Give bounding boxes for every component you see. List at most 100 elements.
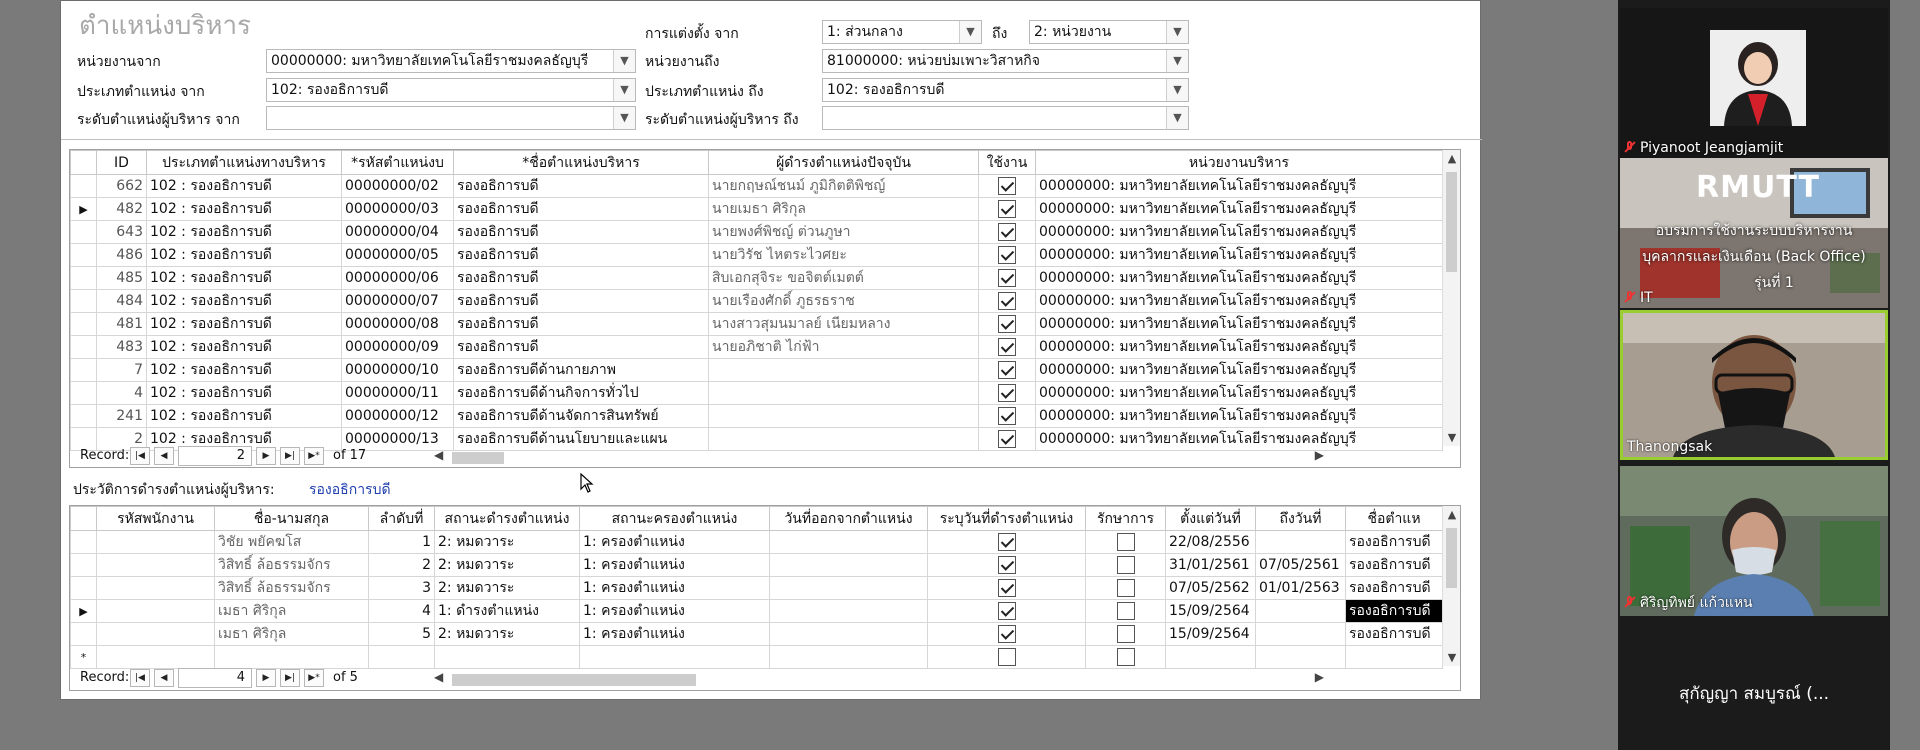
position-row[interactable]: 483 102 : รองอธิการบดี 00000000/09 รองอธิกา…: [70, 335, 1443, 359]
level-from-combo[interactable]: ▼: [266, 106, 636, 130]
acting-checkbox[interactable]: [1116, 602, 1135, 620]
org-to-combo[interactable]: 81000000: หน่วยบ่มเพาะวิสาหกิจ ▼: [822, 49, 1189, 73]
row-selector[interactable]: [70, 381, 97, 405]
cell-full-name[interactable]: เมธา ศิริกุล: [214, 599, 369, 623]
cell-active[interactable]: [978, 312, 1036, 336]
new-record-row[interactable]: *: [70, 645, 1443, 669]
cell-org[interactable]: 00000000: มหาวิทยาลัยเทคโนโลยีราชมงคลธัญ…: [1035, 174, 1443, 198]
cell-position-type[interactable]: 102 : รองอธิการบดี: [146, 220, 342, 244]
cell-sequence[interactable]: 1: [368, 530, 435, 554]
empty-checkbox[interactable]: [997, 648, 1016, 666]
active-checkbox[interactable]: [998, 338, 1016, 356]
col-header[interactable]: ชื่อ-นามสกุล: [214, 506, 369, 531]
cell-leave-date[interactable]: [769, 622, 928, 646]
history-horizontal-scrollbar[interactable]: ◀ ▶: [434, 670, 1324, 688]
row-selector[interactable]: [70, 312, 97, 336]
col-header[interactable]: ระบุวันที่ดำรงตำแหน่ง: [927, 506, 1086, 531]
cell-org[interactable]: 00000000: มหาวิทยาลัยเทคโนโลยีราชมงคลธัญ…: [1035, 243, 1443, 267]
cell-position-type[interactable]: 102 : รองอธิการบดี: [146, 381, 342, 405]
col-header[interactable]: สถานะดำรงตำแหน่ง: [434, 506, 580, 531]
chevron-down-icon[interactable]: ▼: [613, 79, 635, 101]
positions-vertical-scrollbar[interactable]: ▲ ▼: [1442, 150, 1460, 446]
cell-from-date[interactable]: 31/01/2561: [1165, 553, 1256, 577]
prev-record-icon[interactable]: ◀: [154, 669, 174, 687]
cell-active[interactable]: [978, 404, 1036, 428]
cell-full-name[interactable]: วิชัย พยัคฆโส: [214, 530, 369, 554]
cell-hold-status[interactable]: 1: ครองตำแหน่ง: [579, 576, 770, 600]
cell-position-type[interactable]: 102 : รองอธิการบดี: [146, 266, 342, 290]
cell-sequence[interactable]: 4: [368, 599, 435, 623]
cell-active[interactable]: [978, 174, 1036, 198]
cell-tenure-status[interactable]: 2: หมดวาระ: [434, 553, 580, 577]
cell-id[interactable]: 662: [96, 174, 147, 198]
cell-position-type[interactable]: 102 : รองอธิการบดี: [146, 174, 342, 198]
cell-position-code[interactable]: 00000000/07: [341, 289, 454, 313]
cell-specify-date[interactable]: [927, 553, 1086, 577]
empty-cell[interactable]: [368, 645, 435, 669]
position-row[interactable]: 643 102 : รองอธิการบดี 00000000/04 รองอธิกา…: [70, 220, 1443, 244]
select-all-corner[interactable]: [70, 150, 97, 175]
cell-position-name[interactable]: รองอธิการบดี: [453, 335, 709, 359]
last-record-icon[interactable]: ▶|: [280, 669, 300, 687]
active-checkbox[interactable]: [998, 269, 1016, 287]
cell-position-name[interactable]: รองอธิการบดีด้านกิจการทั่วไป: [453, 381, 709, 405]
cell-position-code[interactable]: 00000000/11: [341, 381, 454, 405]
cell-position-name[interactable]: รองอธิการบดี: [453, 289, 709, 313]
cell-sequence[interactable]: 3: [368, 576, 435, 600]
cell-id[interactable]: 486: [96, 243, 147, 267]
cell-position-name[interactable]: รองอธิการบดี: [453, 220, 709, 244]
empty-cell[interactable]: [1165, 645, 1256, 669]
cell-to-date[interactable]: [1255, 530, 1346, 554]
chevron-down-icon[interactable]: ▼: [1166, 107, 1188, 129]
position-row[interactable]: 241 102 : รองอธิการบดี 00000000/12 รองอธิกา…: [70, 404, 1443, 428]
cell-position-code[interactable]: 00000000/05: [341, 243, 454, 267]
chevron-down-icon[interactable]: ▼: [613, 107, 635, 129]
acting-checkbox[interactable]: [1116, 625, 1135, 643]
row-selector[interactable]: [70, 266, 97, 290]
cell-current-holder[interactable]: สิบเอกสุจิระ ขอจิตต์เมตต์: [708, 266, 979, 290]
scroll-left-icon[interactable]: ◀: [434, 670, 443, 684]
active-checkbox[interactable]: [998, 223, 1016, 241]
cell-position-code[interactable]: 00000000/10: [341, 358, 454, 382]
cell-hold-status[interactable]: 1: ครองตำแหน่ง: [579, 599, 770, 623]
first-record-icon[interactable]: |◀: [130, 447, 150, 465]
position-row[interactable]: 484 102 : รองอธิการบดี 00000000/07 รองอธิกา…: [70, 289, 1443, 313]
cell-id[interactable]: 482: [96, 197, 147, 221]
cell-hold-status[interactable]: 1: ครองตำแหน่ง: [579, 553, 770, 577]
cell-position-type[interactable]: 102 : รองอธิการบดี: [146, 243, 342, 267]
cell-position-name[interactable]: รองอธิการบดี: [1345, 576, 1443, 600]
cell-active[interactable]: [978, 266, 1036, 290]
col-header[interactable]: รักษาการ: [1085, 506, 1166, 531]
cell-active[interactable]: [978, 358, 1036, 382]
acting-checkbox[interactable]: [1116, 556, 1135, 574]
cell-employee-id[interactable]: [96, 599, 215, 623]
positions-datasheet[interactable]: ID ประเภทตำแหน่งทางบริหาร *รหัสตำแหน่งบ …: [69, 149, 1461, 468]
cell-active[interactable]: [978, 289, 1036, 313]
participant-tile[interactable]: ศิริญทิพย์ แก้วแหน: [1620, 466, 1888, 616]
current-record-input[interactable]: 2: [178, 446, 252, 466]
cell-position-type[interactable]: 102 : รองอธิการบดี: [146, 197, 342, 221]
empty-cell[interactable]: [214, 645, 369, 669]
position-row[interactable]: ▶ 482 102 : รองอธิการบดี 00000000/03 รองอธิก…: [70, 197, 1443, 221]
cell-position-type[interactable]: 102 : รองอธิการบดี: [146, 335, 342, 359]
empty-cell[interactable]: [1085, 645, 1166, 669]
cell-org[interactable]: 00000000: มหาวิทยาลัยเทคโนโลยีราชมงคลธัญ…: [1035, 312, 1443, 336]
cell-position-name[interactable]: รองอธิการบดี: [453, 243, 709, 267]
cell-position-name[interactable]: รองอธิการบดี: [1345, 530, 1443, 554]
cell-org[interactable]: 00000000: มหาวิทยาลัยเทคโนโลยีราชมงคลธัญ…: [1035, 335, 1443, 359]
empty-cell[interactable]: [579, 645, 770, 669]
active-checkbox[interactable]: [998, 361, 1016, 379]
cell-acting[interactable]: [1085, 622, 1166, 646]
chevron-down-icon[interactable]: ▼: [613, 50, 635, 72]
empty-cell[interactable]: [1255, 645, 1346, 669]
position-row[interactable]: 486 102 : รองอธิการบดี 00000000/05 รองอธิกา…: [70, 243, 1443, 267]
position-row[interactable]: 4 102 : รองอธิการบดี 00000000/11 รองอธิการบ…: [70, 381, 1443, 405]
participant-tile[interactable]: RMUTT อบรมการใช้งานระบบบริหารงาน บุคลากร…: [1620, 158, 1888, 308]
cell-active[interactable]: [978, 243, 1036, 267]
row-selector[interactable]: ▶: [70, 599, 97, 623]
col-header[interactable]: ถึงวันที่: [1255, 506, 1346, 531]
cell-active[interactable]: [978, 335, 1036, 359]
row-selector[interactable]: [70, 530, 97, 554]
row-selector[interactable]: [70, 553, 97, 577]
appoint-from-combo[interactable]: 1: ส่วนกลาง ▼: [822, 20, 982, 44]
